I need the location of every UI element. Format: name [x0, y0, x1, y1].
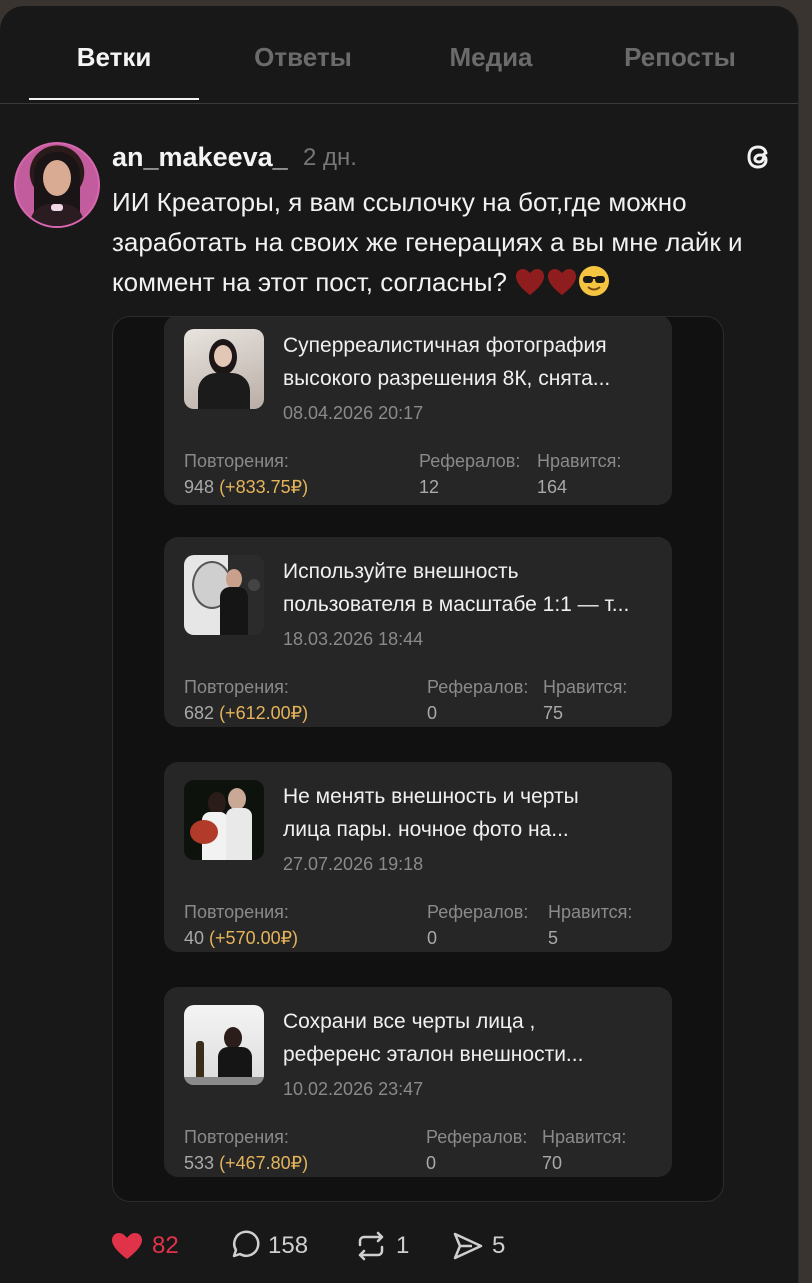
- tabs-divider: [0, 103, 798, 104]
- card-title-line-2: высокого разрешения 8К, снята...: [283, 367, 611, 390]
- referrals-label: Рефералов:: [427, 902, 529, 922]
- tab-media[interactable]: Медиа: [406, 42, 576, 73]
- likes-label: Нравится:: [548, 902, 633, 922]
- likes-value: 75: [543, 703, 564, 723]
- card-date: 27.07.2026 19:18: [283, 854, 424, 874]
- repeats-label: Повторения:: [184, 451, 289, 471]
- heart-icon: [112, 1233, 142, 1259]
- earnings-value: (+570.00₽): [209, 928, 299, 948]
- card-title-line-1: Не менять внешность и черты: [283, 785, 579, 808]
- card-title-line-2: лица пары. ночное фото на...: [283, 818, 569, 841]
- card-title-line-1: Суперреалистичная фотография: [283, 334, 607, 357]
- like-button[interactable]: 82: [110, 1226, 179, 1266]
- profile-tabs: Ветки Ответы Медиа Репосты: [0, 6, 798, 106]
- heart-emoji-icon: [548, 269, 577, 295]
- heart-emoji-icon: [516, 269, 545, 295]
- tab-threads[interactable]: Ветки: [29, 42, 199, 73]
- threads-profile-panel: Ветки Ответы Медиа Репосты an_makeeva_ 2…: [0, 6, 799, 1283]
- post-actions: 82 158 1 5: [0, 1226, 798, 1266]
- earnings-value: (+467.80₽): [219, 1153, 309, 1173]
- active-tab-indicator: [29, 98, 199, 100]
- card-title-line-1: Используйте внешность: [283, 560, 519, 583]
- repost-button[interactable]: 1: [354, 1226, 409, 1266]
- card-title-line-2: пользователя в масштабе 1:1 — т...: [283, 593, 630, 616]
- referrals-label: Рефералов:: [427, 677, 529, 697]
- repeats-label: Повторения:: [184, 677, 289, 697]
- embedded-screenshot[interactable]: Суперреалистичная фотография высокого ра…: [112, 316, 724, 1202]
- post-body: ИИ Креаторы, я вам ссылочку на бот,где м…: [112, 187, 743, 297]
- comment-button[interactable]: 158: [228, 1226, 308, 1266]
- repeats-label: Повторения:: [184, 1127, 289, 1147]
- generation-card[interactable]: Суперреалистичная фотография высокого ра…: [164, 317, 672, 505]
- avatar[interactable]: [14, 142, 100, 228]
- post-timestamp: 2 дн.: [303, 144, 357, 171]
- card-date: 18.03.2026 18:44: [283, 629, 424, 649]
- like-count: 82: [152, 1232, 179, 1259]
- referrals-value: 0: [427, 703, 438, 723]
- likes-value: 5: [548, 928, 559, 948]
- generation-card[interactable]: Не менять внешность и черты лица пары. н…: [164, 762, 672, 952]
- threads-icon[interactable]: [742, 140, 776, 174]
- tab-replies[interactable]: Ответы: [218, 42, 388, 73]
- likes-value: 70: [542, 1153, 563, 1173]
- card-date: 08.04.2026 20:17: [283, 403, 424, 423]
- likes-label: Нравится:: [542, 1127, 627, 1147]
- share-button[interactable]: 5: [452, 1226, 505, 1266]
- referrals-label: Рефералов:: [426, 1127, 528, 1147]
- likes-value: 164: [537, 477, 568, 497]
- card-date: 10.02.2026 23:47: [283, 1079, 424, 1099]
- repeats-value: 40 (+570.00₽): [184, 928, 299, 948]
- post-text: ИИ Креаторы, я вам ссылочку на бот,где м…: [112, 182, 792, 302]
- repeats-value: 533 (+467.80₽): [184, 1153, 309, 1173]
- send-icon: [453, 1232, 483, 1260]
- likes-label: Нравится:: [543, 677, 628, 697]
- referrals-value: 0: [427, 928, 438, 948]
- post-username[interactable]: an_makeeva_: [112, 142, 288, 173]
- generation-thumbnail: [184, 329, 264, 409]
- referrals-value: 12: [419, 477, 440, 497]
- sunglasses-emoji-icon: [579, 266, 610, 296]
- card-title-line-2: референс эталон внешности...: [283, 1043, 584, 1066]
- earnings-value: (+833.75₽): [219, 477, 309, 497]
- card-title-line-1: Сохрани все черты лица ,: [283, 1010, 536, 1033]
- share-count: 5: [492, 1232, 506, 1259]
- generation-thumbnail: [184, 780, 264, 860]
- referrals-label: Рефералов:: [419, 451, 521, 471]
- generation-card[interactable]: Сохрани все черты лица , референс эталон…: [164, 987, 672, 1177]
- comment-count: 158: [268, 1232, 309, 1259]
- repost-count: 1: [396, 1232, 410, 1259]
- generation-thumbnail: [184, 1005, 264, 1085]
- repeats-value: 682 (+612.00₽): [184, 703, 309, 723]
- repeats-value: 948 (+833.75₽): [184, 477, 309, 497]
- generation-card[interactable]: Используйте внешность пользователя в мас…: [164, 537, 672, 727]
- comment-icon: [232, 1230, 260, 1258]
- referrals-value: 0: [426, 1153, 437, 1173]
- earnings-value: (+612.00₽): [219, 703, 309, 723]
- tab-reposts[interactable]: Репосты: [595, 42, 765, 73]
- generation-thumbnail: [184, 555, 264, 635]
- repeats-label: Повторения:: [184, 902, 289, 922]
- likes-label: Нравится:: [537, 451, 622, 471]
- repost-icon: [358, 1231, 384, 1261]
